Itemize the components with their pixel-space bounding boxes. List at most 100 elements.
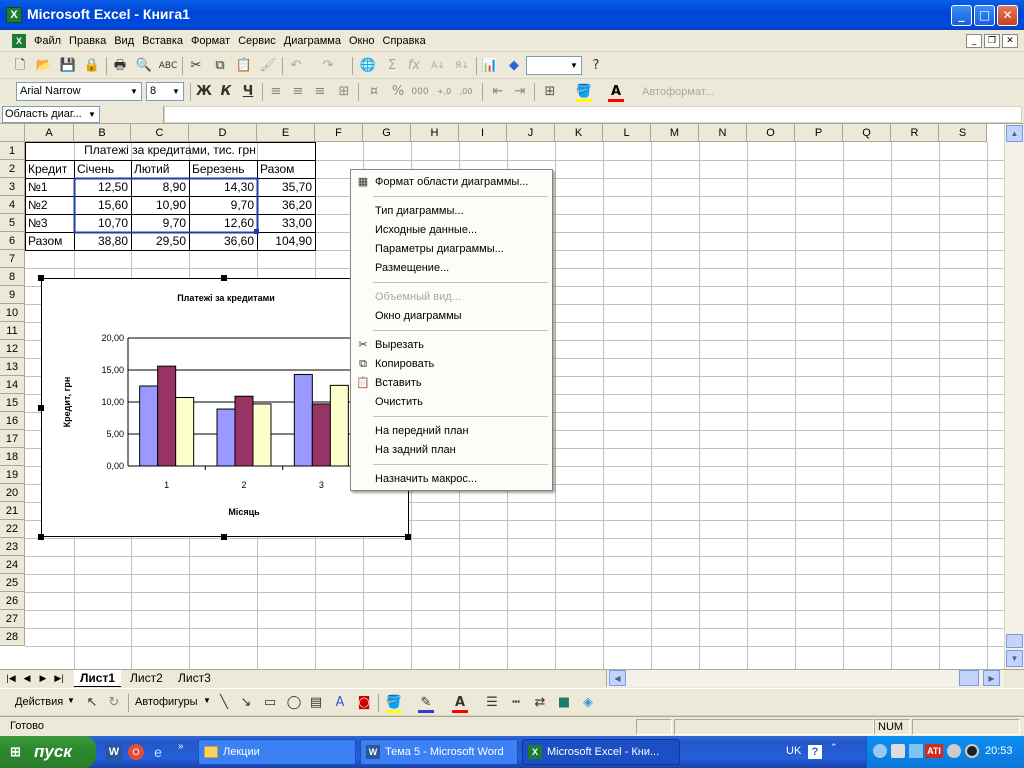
tray-icon[interactable] — [965, 744, 979, 758]
task-folder-lectures[interactable]: Лекции — [198, 739, 356, 765]
tray-icon[interactable] — [873, 744, 887, 758]
start-button[interactable]: ⊞ пуск — [0, 736, 96, 768]
help-icon[interactable]: ? — [808, 745, 822, 759]
menu-item[interactable]: Формат — [187, 30, 234, 52]
print-preview-icon[interactable]: 🔍 — [134, 57, 154, 75]
chevron-down-icon[interactable]: ▼ — [127, 83, 141, 100]
shadow-icon[interactable]: ■ — [554, 694, 574, 712]
ctx-format-chart-area[interactable]: ▦ Формат области диаграммы... — [351, 173, 552, 192]
ie-quicklaunch-icon[interactable]: e — [150, 744, 166, 760]
decrease-indent-icon[interactable]: ⇤ — [488, 83, 508, 101]
spelling-icon[interactable]: ABC — [158, 57, 178, 75]
menu-item[interactable]: Справка — [379, 30, 430, 52]
bold-button[interactable]: Ж — [194, 83, 214, 101]
resize-handle[interactable] — [221, 275, 227, 281]
ctx-chart-window[interactable]: Окно диаграммы — [351, 307, 552, 326]
permission-icon[interactable]: 🔒 — [82, 57, 102, 75]
align-right-icon[interactable]: ≡ — [310, 83, 330, 101]
scroll-left-button[interactable]: ◀ — [609, 670, 626, 686]
thousands-button[interactable]: 000 — [410, 83, 430, 101]
sheet-tab-3[interactable]: Лист3 — [172, 670, 217, 687]
minimize-button[interactable]: _ — [951, 5, 972, 26]
scroll-up-button[interactable]: ▲ — [1006, 125, 1023, 142]
borders-icon[interactable]: ⊞ — [540, 83, 560, 101]
autoformat-button[interactable]: Автоформат... — [642, 86, 714, 98]
opera-quicklaunch-icon[interactable]: O — [128, 744, 144, 760]
last-sheet-button[interactable]: ▶| — [52, 671, 66, 686]
actions-menu[interactable]: Действия — [15, 696, 63, 708]
menu-item[interactable]: Файл — [30, 30, 65, 52]
percent-button[interactable]: % — [388, 83, 408, 101]
ctx-bring-to-front[interactable]: На передний план — [351, 422, 552, 441]
hyperlink-icon[interactable]: 🌐 — [358, 57, 378, 75]
menu-item[interactable]: Вставка — [138, 30, 187, 52]
italic-button[interactable]: К — [216, 83, 236, 101]
ati-icon[interactable]: ATI — [925, 744, 943, 758]
wordart-icon[interactable]: A — [330, 694, 350, 712]
doc-minimize-button[interactable]: _ — [966, 34, 982, 48]
redo-icon[interactable]: ↷ — [318, 57, 338, 75]
excel-icon[interactable]: X — [6, 7, 22, 23]
rotate-icon[interactable]: ↻ — [104, 694, 124, 712]
format-painter-icon[interactable]: 🖌 — [258, 57, 278, 75]
resize-handle[interactable] — [221, 534, 227, 540]
doc-restore-button[interactable]: ❐ — [984, 34, 1000, 48]
oval-icon[interactable]: ◯ — [284, 694, 304, 712]
menu-item[interactable]: Диаграмма — [280, 30, 345, 52]
menu-item[interactable]: Вид — [110, 30, 138, 52]
scroll-down-button[interactable]: ▼ — [1006, 650, 1023, 667]
help-icon[interactable]: ? — [586, 57, 606, 75]
align-center-icon[interactable]: ≡ — [288, 83, 308, 101]
function-icon[interactable]: fx — [404, 57, 424, 75]
tray-icon[interactable] — [947, 744, 961, 758]
horizontal-scrollbar[interactable]: ◀ ▶ — [606, 670, 1004, 687]
dash-style-icon[interactable]: ┅ — [506, 694, 526, 712]
autoshapes-menu[interactable]: Автофигуры — [135, 696, 198, 708]
word-quicklaunch-icon[interactable]: W — [106, 744, 122, 760]
prev-sheet-button[interactable]: ◀ — [20, 671, 34, 686]
ctx-cut[interactable]: ✂ Вырезать — [351, 336, 552, 355]
next-sheet-button[interactable]: ▶ — [36, 671, 50, 686]
textbox-icon[interactable]: ▤ — [306, 694, 326, 712]
underline-button[interactable]: Ч — [238, 83, 258, 101]
ctx-copy[interactable]: ⧉ Копировать — [351, 355, 552, 374]
3d-icon[interactable]: ◈ — [578, 694, 598, 712]
close-button[interactable]: ✕ — [997, 5, 1018, 26]
print-icon[interactable]: 🖶 — [110, 57, 130, 75]
name-box[interactable]: Область диаг... ▼ — [2, 106, 100, 123]
chevron-down-icon[interactable]: ▼ — [85, 107, 99, 124]
font-combo[interactable]: Arial Narrow ▼ — [16, 82, 142, 101]
scroll-right-button[interactable]: ▶ — [983, 670, 1000, 686]
ctx-source-data[interactable]: Исходные данные... — [351, 221, 552, 240]
chart-wizard-icon[interactable]: 📊 — [480, 57, 500, 75]
sort-ascending-icon[interactable]: A↓ — [428, 57, 448, 75]
arrow-icon[interactable]: ↘ — [236, 694, 256, 712]
doc-close-button[interactable]: ✕ — [1002, 34, 1018, 48]
menu-item[interactable]: Окно — [345, 30, 379, 52]
chevron-up-icon[interactable]: ⌃ — [830, 742, 838, 753]
menu-item[interactable]: Сервис — [234, 30, 280, 52]
align-left-icon[interactable]: ≡ — [266, 83, 286, 101]
merge-center-icon[interactable]: ⊞ — [334, 83, 354, 101]
chevron-down-icon[interactable]: ▼ — [67, 696, 75, 705]
copy-icon[interactable]: ⧉ — [210, 57, 230, 75]
undo-icon[interactable]: ↶ — [286, 57, 306, 75]
maximize-button[interactable]: □ — [974, 5, 995, 26]
ctx-chart-options[interactable]: Параметры диаграммы... — [351, 240, 552, 259]
ctx-location[interactable]: Размещение... — [351, 259, 552, 278]
tray-icon[interactable] — [891, 744, 905, 758]
decrease-decimal-button[interactable]: ,00 — [456, 83, 476, 101]
ctx-chart-type[interactable]: Тип диаграммы... — [351, 202, 552, 221]
ctx-clear[interactable]: Очистить — [351, 393, 552, 412]
line-icon[interactable]: ╲ — [214, 694, 234, 712]
language-indicator[interactable]: UK — [786, 745, 801, 757]
workbook-icon[interactable]: X — [12, 34, 26, 48]
sort-descending-icon[interactable]: Я↓ — [452, 57, 472, 75]
line-style-icon[interactable]: ☰ — [482, 694, 502, 712]
zoom-combo[interactable]: ▼ — [526, 56, 582, 75]
autosum-icon[interactable]: Σ — [382, 57, 402, 75]
save-icon[interactable]: 💾 — [58, 57, 78, 75]
new-icon[interactable]: 🗋 — [10, 57, 30, 75]
drawing-icon[interactable]: ◆ — [504, 57, 524, 75]
resize-handle[interactable] — [38, 405, 44, 411]
